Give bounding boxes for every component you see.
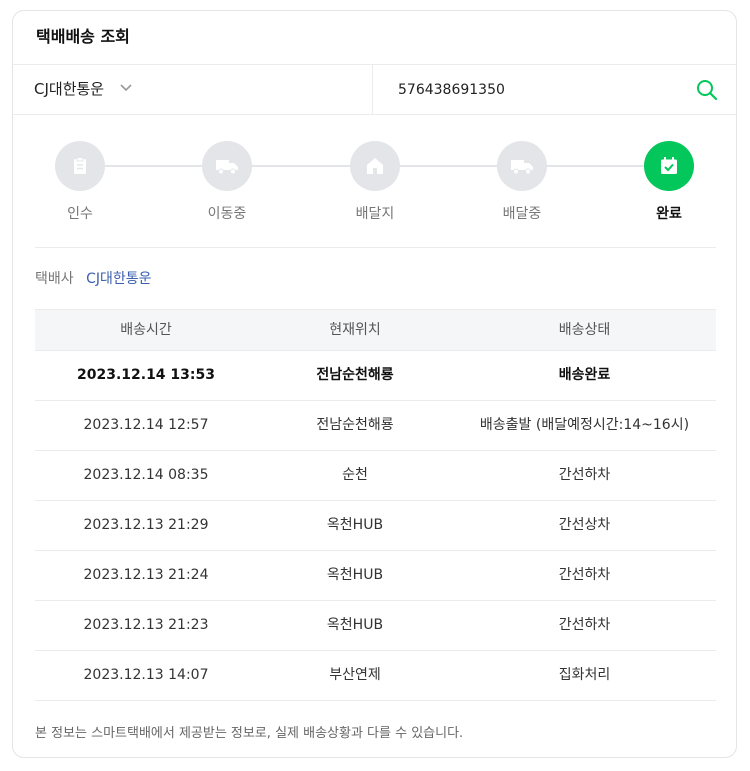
search-icon[interactable] — [694, 77, 720, 103]
carrier-info-value[interactable]: CJ대한통운 — [86, 271, 151, 287]
cell-status: 배송출발 (배달예정시간:14~16시) — [479, 417, 690, 433]
cell-time: 2023.12.14 08:35 — [83, 467, 209, 483]
step-out-for-delivery: 배달중 — [482, 141, 562, 223]
truck-icon — [511, 160, 533, 175]
cell-location: 옥천HUB — [326, 567, 384, 583]
step-circle — [350, 141, 400, 191]
step-label: 배달지 — [355, 206, 395, 222]
cell-time: 2023.12.14 13:53 — [76, 367, 215, 383]
step-label: 배달중 — [502, 206, 542, 222]
search-bar: CJ대한통운 — [13, 64, 736, 115]
cell-time: 2023.12.13 21:23 — [83, 617, 209, 633]
cell-status: 간선하차 — [558, 617, 611, 633]
carrier-info-label: 택배사 — [35, 271, 74, 287]
cell-time: 2023.12.13 21:24 — [83, 567, 209, 583]
table-header: 배송시간 현재위치 배송상태 — [35, 309, 716, 351]
table-row: 2023.12.13 14:07 부산연제 집화처리 — [35, 651, 716, 701]
step-circle — [202, 141, 252, 191]
tracking-number-input[interactable] — [398, 77, 668, 103]
section-divider — [35, 247, 716, 248]
table-row: 2023.12.14 13:53 전남순천해룡 배송완료 — [35, 351, 716, 401]
progress-steps: 인수 이동중 배달지 배달중 완료 — [35, 141, 717, 241]
table-row: 2023.12.14 12:57 전남순천해룡 배송출발 (배달예정시간:14~… — [35, 401, 716, 451]
cell-status: 집화처리 — [558, 667, 611, 683]
cell-status: 배송완료 — [558, 367, 611, 383]
step-completed: 완료 — [629, 141, 709, 223]
step-in-transit: 이동중 — [187, 141, 267, 223]
cell-location: 부산연제 — [329, 667, 381, 683]
cell-status: 간선하차 — [558, 567, 611, 583]
cell-location: 순천 — [342, 467, 368, 483]
column-header: 배송시간 — [120, 322, 172, 338]
carrier-selected-value: CJ대한통운 — [34, 80, 105, 98]
cell-time: 2023.12.13 21:29 — [83, 517, 209, 533]
column-header: 배송상태 — [558, 322, 611, 338]
cell-location: 전남순천해룡 — [316, 367, 394, 383]
delivery-tracking-card: 택배배송 조회 CJ대한통운 576438691350 인수 이동중 배달지 배… — [12, 10, 737, 758]
table-row: 2023.12.13 21:24 옥천HUB 간선하차 — [35, 551, 716, 601]
table-row: 2023.12.13 21:23 옥천HUB 간선하차 — [35, 601, 716, 651]
carrier-info: 택배사 CJ대한통운 — [35, 269, 152, 289]
tracking-history-table: 배송시간 현재위치 배송상태 2023.12.14 13:53 전남순천해룡 배… — [35, 309, 716, 701]
step-label: 이동중 — [207, 206, 247, 222]
step-label: 완료 — [656, 206, 682, 222]
step-circle — [55, 141, 105, 191]
cell-time: 2023.12.14 12:57 — [83, 417, 209, 433]
step-label: 인수 — [67, 206, 93, 222]
carrier-dropdown[interactable]: CJ대한통운 — [13, 65, 373, 114]
cell-status: 간선상차 — [558, 517, 611, 533]
table-row: 2023.12.14 08:35 순천 간선하차 — [35, 451, 716, 501]
step-received: 인수 — [40, 141, 120, 223]
cell-status: 간선하차 — [558, 467, 611, 483]
column-header: 현재위치 — [329, 322, 381, 338]
cell-location: 옥천HUB — [326, 517, 384, 533]
disclaimer-text: 본 정보는 스마트택배에서 제공받는 정보로, 실제 배송상황과 다를 수 있습… — [35, 726, 464, 741]
step-circle — [644, 141, 694, 191]
cell-time: 2023.12.13 14:07 — [83, 667, 209, 683]
step-circle — [497, 141, 547, 191]
chevron-down-icon — [120, 84, 132, 92]
table-row: 2023.12.13 21:29 옥천HUB 간선상차 — [35, 501, 716, 551]
cell-location: 전남순천해룡 — [316, 417, 394, 433]
step-destination: 배달지 — [335, 141, 415, 223]
house-icon — [367, 158, 383, 174]
tracking-number-field — [374, 65, 736, 114]
calendar-check-icon — [661, 157, 677, 174]
receipt-icon — [74, 157, 86, 174]
page-title: 택배배송 조회 — [36, 27, 130, 46]
cell-location: 옥천HUB — [326, 617, 384, 633]
truck-icon — [216, 160, 238, 175]
